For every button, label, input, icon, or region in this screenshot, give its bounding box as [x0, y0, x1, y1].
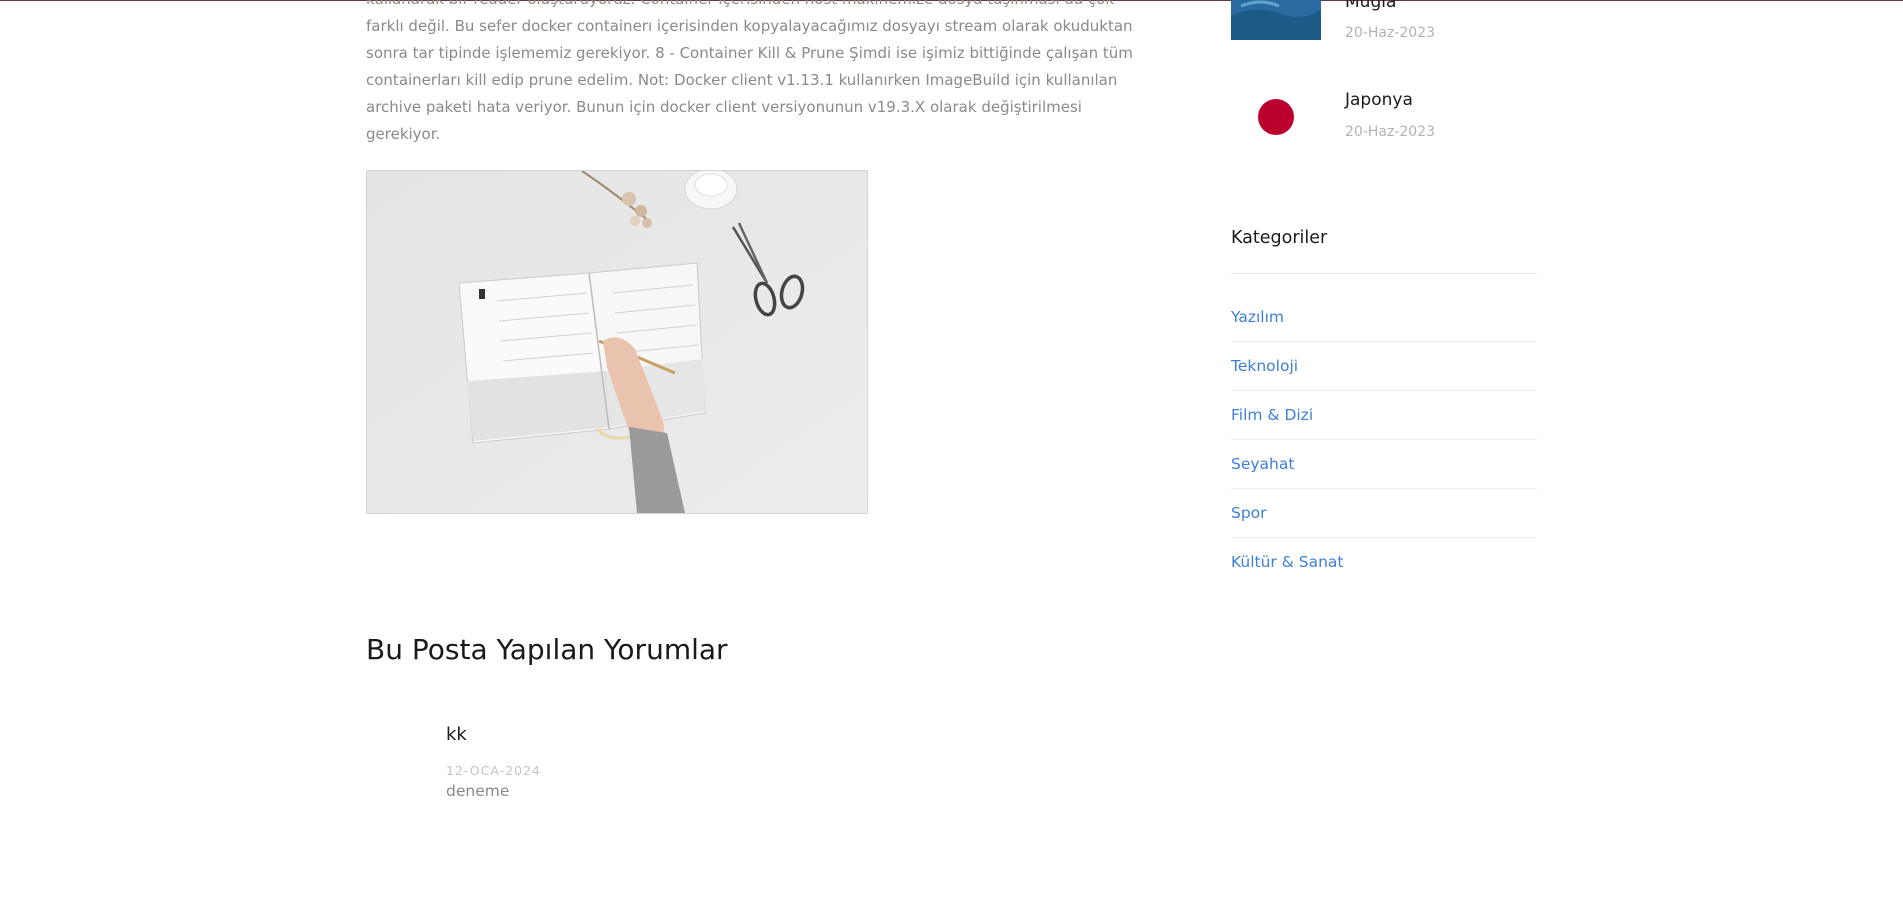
category-link-seyahat[interactable]: Seyahat — [1231, 440, 1537, 489]
categories-heading: Kategoriler — [1231, 228, 1328, 248]
japan-flag-image[interactable] — [1231, 72, 1321, 162]
comment-body: deneme — [446, 782, 510, 800]
category-link-spor[interactable]: Spor — [1231, 489, 1537, 538]
recent-post-mugla[interactable]: Muğla 20-Haz-2023 — [1231, 0, 1571, 50]
categories-list: Yazılım Teknoloji Film & Dizi Seyahat Sp… — [1231, 293, 1537, 586]
article-image — [366, 170, 868, 514]
comment-date: 12-OCA-2024 — [446, 763, 541, 778]
recent-post-date: 20-Haz-2023 — [1345, 25, 1436, 41]
categories-divider — [1231, 273, 1537, 274]
recent-post-date: 20-Haz-2023 — [1345, 124, 1436, 140]
coast-aerial-image[interactable] — [1231, 0, 1321, 60]
category-link-yazilim[interactable]: Yazılım — [1231, 293, 1537, 342]
comments-title: Bu Posta Yapılan Yorumlar — [366, 633, 728, 666]
category-link-film-dizi[interactable]: Film & Dizi — [1231, 391, 1537, 440]
comment-item: kk 12-OCA-2024 deneme — [446, 724, 1046, 800]
category-link-kultur-sanat[interactable]: Kültür & Sanat — [1231, 538, 1537, 586]
recent-post-title[interactable]: Japonya — [1345, 90, 1413, 110]
recent-post-title[interactable]: Muğla — [1345, 0, 1396, 12]
comment-author: kk — [446, 724, 467, 745]
category-link-teknoloji[interactable]: Teknoloji — [1231, 342, 1537, 391]
article-text: kullanarak bir reader oluşturuyoruz. Con… — [366, 0, 1133, 143]
recent-post-japonya[interactable]: Japonya 20-Haz-2023 — [1231, 72, 1571, 162]
